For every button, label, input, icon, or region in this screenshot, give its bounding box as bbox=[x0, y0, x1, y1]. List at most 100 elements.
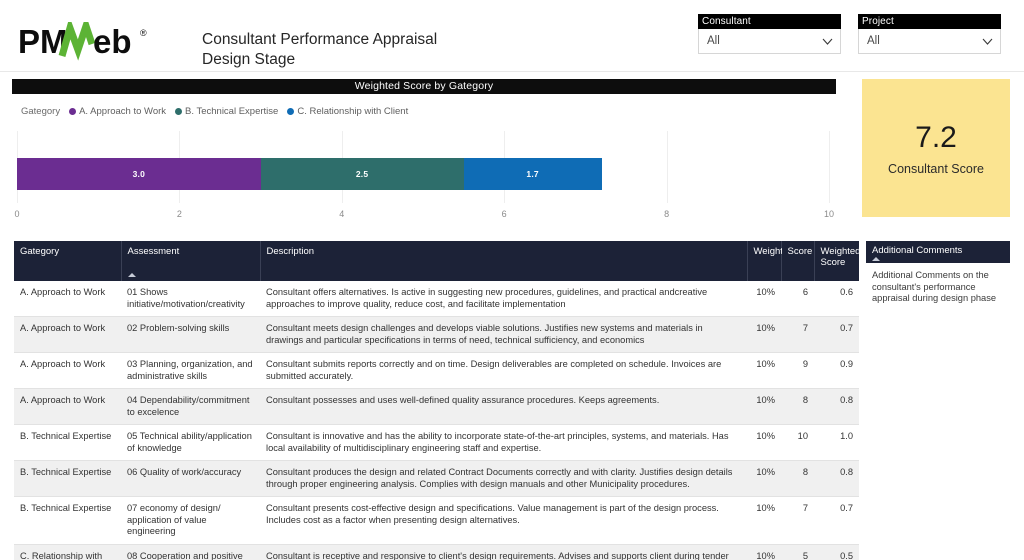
cell-category: B. Technical Expertise bbox=[14, 425, 121, 461]
column-header-description[interactable]: Description bbox=[260, 241, 747, 281]
cell-score: 7 bbox=[781, 497, 814, 545]
column-header-weighted-score[interactable]: Weighted Score bbox=[814, 241, 859, 281]
cell-weighted-score: 0.8 bbox=[814, 389, 859, 425]
cell-assessment: 07 economy of design/ application of val… bbox=[121, 497, 260, 545]
cell-score: 10 bbox=[781, 425, 814, 461]
table-body: A. Approach to Work01 Shows initiative/m… bbox=[14, 281, 859, 560]
legend-title: Gategory bbox=[21, 106, 60, 117]
slicer-project[interactable]: Project All bbox=[858, 14, 1001, 54]
cell-weight: 10% bbox=[747, 353, 781, 389]
table-row[interactable]: A. Approach to Work01 Shows initiative/m… bbox=[14, 281, 859, 317]
sort-ascending-icon[interactable] bbox=[872, 257, 880, 261]
cell-description: Consultant is receptive and responsive t… bbox=[260, 544, 747, 560]
chart-title: Weighted Score by Gategory bbox=[12, 79, 836, 94]
appraisal-table: Gategory Assessment Description Weight S… bbox=[14, 241, 859, 560]
pmweb-logo: PM eb ® bbox=[18, 22, 168, 64]
cell-category: A. Approach to Work bbox=[14, 317, 121, 353]
legend-item-b[interactable]: B. Technical Expertise bbox=[175, 106, 278, 117]
column-header-assessment[interactable]: Assessment bbox=[121, 241, 260, 281]
table-row[interactable]: A. Approach to Work03 Planning, organiza… bbox=[14, 353, 859, 389]
column-header-weight[interactable]: Weight bbox=[747, 241, 781, 281]
bar-segment[interactable]: 1.7 bbox=[464, 158, 602, 190]
cell-score: 5 bbox=[781, 544, 814, 560]
cell-weighted-score: 0.7 bbox=[814, 317, 859, 353]
table-header-row: Gategory Assessment Description Weight S… bbox=[14, 241, 859, 281]
table-row[interactable]: B. Technical Expertise06 Quality of work… bbox=[14, 461, 859, 497]
axis-tick-label: 0 bbox=[14, 209, 19, 219]
bar-segment[interactable]: 3.0 bbox=[17, 158, 261, 190]
consultant-score-value: 7.2 bbox=[915, 121, 957, 155]
slicer-consultant-label: Consultant bbox=[698, 14, 841, 29]
cell-weight: 10% bbox=[747, 389, 781, 425]
chart-x-axis: 0246810 bbox=[17, 209, 829, 221]
slicer-project-dropdown[interactable]: All bbox=[858, 29, 1001, 54]
cell-category: A. Approach to Work bbox=[14, 281, 121, 317]
cell-weight: 10% bbox=[747, 461, 781, 497]
svg-text:®: ® bbox=[140, 28, 147, 38]
cell-weight: 10% bbox=[747, 281, 781, 317]
slicer-consultant[interactable]: Consultant All bbox=[698, 14, 841, 54]
cell-weight: 10% bbox=[747, 544, 781, 560]
legend-item-c[interactable]: C. Relationship with Client bbox=[287, 106, 408, 117]
cell-category: A. Approach to Work bbox=[14, 389, 121, 425]
cell-category: A. Approach to Work bbox=[14, 353, 121, 389]
consultant-score-card: 7.2 Consultant Score bbox=[862, 79, 1010, 217]
table-row[interactable]: A. Approach to Work02 Problem-solving sk… bbox=[14, 317, 859, 353]
cell-assessment: 06 Quality of work/accuracy bbox=[121, 461, 260, 497]
legend-item-a[interactable]: A. Approach to Work bbox=[69, 106, 166, 117]
cell-score: 9 bbox=[781, 353, 814, 389]
cell-weighted-score: 0.8 bbox=[814, 461, 859, 497]
slicer-project-value: All bbox=[867, 35, 880, 47]
column-header-category[interactable]: Gategory bbox=[14, 241, 121, 281]
table-row[interactable]: B. Technical Expertise07 economy of desi… bbox=[14, 497, 859, 545]
slicer-project-label: Project bbox=[858, 14, 1001, 29]
legend-label-a: A. Approach to Work bbox=[79, 106, 166, 117]
column-header-score[interactable]: Score bbox=[781, 241, 814, 281]
cell-description: Consultant possesses and uses well-defin… bbox=[260, 389, 747, 425]
cell-score: 6 bbox=[781, 281, 814, 317]
table-row[interactable]: A. Approach to Work04 Dependability/comm… bbox=[14, 389, 859, 425]
page-title-line1: Consultant Performance Appraisal bbox=[202, 31, 437, 48]
cell-description: Consultant meets design challenges and d… bbox=[260, 317, 747, 353]
page-header: PM eb ® Consultant Performance Appraisal… bbox=[0, 0, 1024, 72]
cell-weighted-score: 0.7 bbox=[814, 497, 859, 545]
cell-weight: 10% bbox=[747, 425, 781, 461]
consultant-score-label: Consultant Score bbox=[888, 162, 984, 176]
additional-comments-panel: Additional Comments Additional Comments … bbox=[866, 241, 1010, 311]
cell-weight: 10% bbox=[747, 317, 781, 353]
cell-description: Consultant presents cost-effective desig… bbox=[260, 497, 747, 545]
page-title: Consultant Performance Appraisal Design … bbox=[202, 30, 437, 70]
slicer-consultant-dropdown[interactable]: All bbox=[698, 29, 841, 54]
cell-assessment: 03 Planning, organization, and administr… bbox=[121, 353, 260, 389]
cell-score: 8 bbox=[781, 389, 814, 425]
legend-label-c: C. Relationship with Client bbox=[297, 106, 408, 117]
cell-weighted-score: 0.5 bbox=[814, 544, 859, 560]
stacked-bar[interactable]: 3.02.51.7 bbox=[17, 158, 829, 190]
chevron-down-icon[interactable] bbox=[982, 38, 993, 45]
additional-comments-title: Additional Comments bbox=[872, 245, 962, 256]
sort-ascending-icon[interactable] bbox=[128, 273, 136, 277]
legend-label-b: B. Technical Expertise bbox=[185, 106, 278, 117]
additional-comments-header[interactable]: Additional Comments bbox=[866, 241, 1010, 263]
bar-segment[interactable]: 2.5 bbox=[261, 158, 464, 190]
cell-weighted-score: 1.0 bbox=[814, 425, 859, 461]
legend-swatch-icon bbox=[175, 108, 182, 115]
cell-weight: 10% bbox=[747, 497, 781, 545]
column-header-assessment-label: Assessment bbox=[128, 246, 180, 257]
legend-swatch-icon bbox=[69, 108, 76, 115]
table-row[interactable]: C. Relationship with Client08 Cooperatio… bbox=[14, 544, 859, 560]
cell-description: Consultant offers alternatives. Is activ… bbox=[260, 281, 747, 317]
chevron-down-icon[interactable] bbox=[822, 38, 833, 45]
table-row[interactable]: B. Technical Expertise05 Technical abili… bbox=[14, 425, 859, 461]
cell-description: Consultant is innovative and has the abi… bbox=[260, 425, 747, 461]
chart-legend: Gategory A. Approach to Work B. Technica… bbox=[12, 106, 836, 117]
cell-assessment: 01 Shows initiative/motivation/creativit… bbox=[121, 281, 260, 317]
cell-assessment: 05 Technical ability/application of know… bbox=[121, 425, 260, 461]
axis-tick-label: 10 bbox=[824, 209, 834, 219]
svg-text:eb: eb bbox=[93, 23, 132, 60]
cell-assessment: 08 Cooperation and positive attitude bbox=[121, 544, 260, 560]
page-title-line2: Design Stage bbox=[202, 50, 437, 70]
cell-assessment: 04 Dependability/commitment to excelence bbox=[121, 389, 260, 425]
chart-gridline bbox=[829, 131, 830, 203]
cell-category: B. Technical Expertise bbox=[14, 497, 121, 545]
